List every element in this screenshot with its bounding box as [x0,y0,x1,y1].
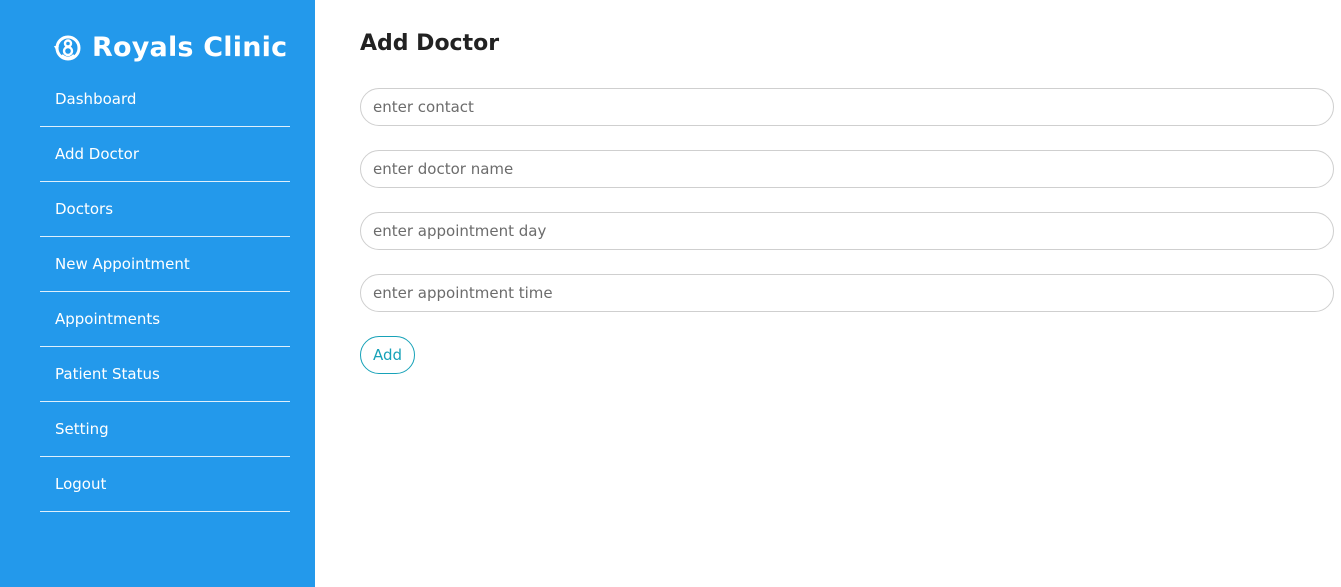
sidebar-item-doctors[interactable]: Doctors [40,182,290,237]
sidebar: Royals Clinic Dashboard Add Doctor Docto… [0,0,315,587]
sidebar-nav: Dashboard Add Doctor Doctors New Appoint… [40,72,290,512]
sidebar-item-setting[interactable]: Setting [40,402,290,457]
sidebar-item-patient-status[interactable]: Patient Status [40,347,290,402]
page-title: Add Doctor [360,31,500,56]
app-root: Royals Clinic Dashboard Add Doctor Docto… [0,0,1341,587]
sidebar-item-new-appointment[interactable]: New Appointment [40,237,290,292]
main-content: Add Doctor Add [360,0,1335,587]
appointment-day-input[interactable] [360,212,1334,250]
clinic-logo-icon [52,32,84,64]
add-button[interactable]: Add [360,336,415,374]
sidebar-item-logout[interactable]: Logout [40,457,290,512]
sidebar-item-dashboard[interactable]: Dashboard [40,72,290,127]
brand[interactable]: Royals Clinic [52,30,287,66]
sidebar-item-appointments[interactable]: Appointments [40,292,290,347]
brand-name: Royals Clinic [92,32,288,63]
appointment-time-input[interactable] [360,274,1334,312]
contact-input[interactable] [360,88,1334,126]
doctor-name-input[interactable] [360,150,1334,188]
sidebar-item-add-doctor[interactable]: Add Doctor [40,127,290,182]
